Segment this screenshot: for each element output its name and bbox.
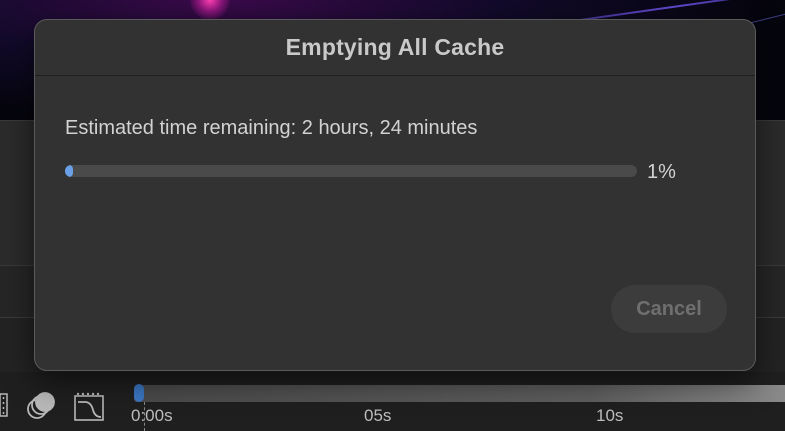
film-strip-icon[interactable] (0, 392, 8, 423)
timeline-tick-label: 05s (364, 406, 392, 425)
time-remaining-text: Estimated time remaining: 2 hours, 24 mi… (65, 117, 478, 139)
dialog-title: Emptying All Cache (285, 34, 505, 60)
progress-percent-label: 1% (647, 161, 676, 183)
app-window: 0:00s 05s 10s Emptying All Cache Estimat… (0, 0, 785, 431)
progress-bar (65, 165, 637, 177)
time-navigator-start-handle[interactable] (134, 384, 144, 402)
progress-bar-fill (65, 165, 73, 177)
preview-light-glow (190, 0, 230, 20)
timeline-tick-label: 0:00s (131, 406, 173, 425)
motion-blur-icon[interactable] (26, 392, 56, 425)
time-navigator-track[interactable] (134, 385, 785, 402)
graph-editor-icon[interactable] (73, 392, 105, 427)
dialog-header: Emptying All Cache (35, 20, 755, 76)
timeline-tick-label: 10s (596, 406, 624, 425)
cancel-button[interactable]: Cancel (611, 285, 727, 333)
empty-cache-dialog: Emptying All Cache Estimated time remain… (34, 19, 756, 371)
